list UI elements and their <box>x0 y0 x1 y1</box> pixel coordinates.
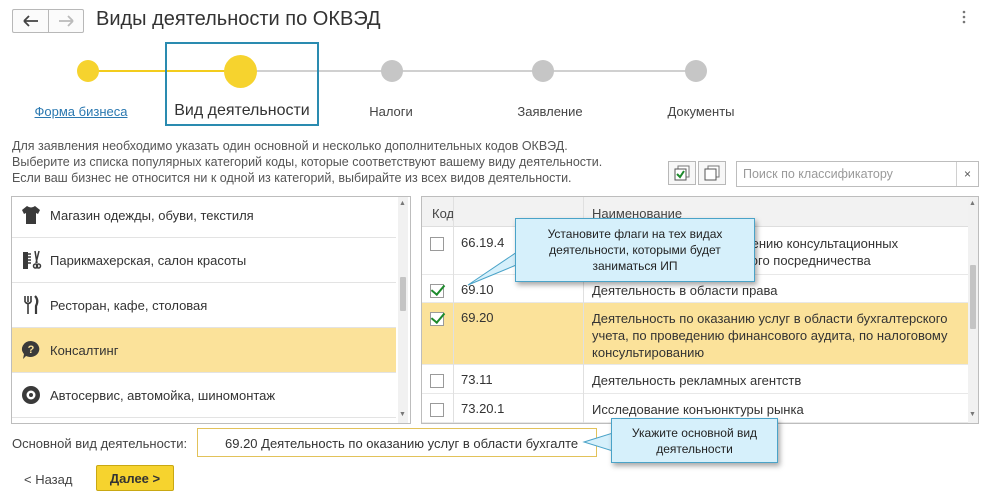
row-checkbox-checked[interactable] <box>430 312 444 326</box>
comb-scissors-icon <box>12 249 50 271</box>
step-forma-biznesa-link[interactable]: Форма бизнеса <box>11 104 151 119</box>
forward-nav-button[interactable] <box>48 9 84 33</box>
instructions-line: Для заявления необходимо указать один ос… <box>12 139 568 153</box>
category-item[interactable]: Ресторан, кафе, столовая <box>12 283 396 328</box>
instructions-text: Для заявления необходимо указать один ос… <box>12 138 602 186</box>
fork-knife-icon <box>12 294 50 316</box>
category-list: Магазин одежды, обуви, текстиля Парикмах… <box>11 196 411 424</box>
instructions-line: Выберите из списка популярных категорий … <box>12 155 603 169</box>
main-activity-field[interactable]: 69.20 Деятельность по оказанию услуг в о… <box>197 428 597 457</box>
category-label: Консалтинг <box>50 342 119 358</box>
step-dot <box>381 60 403 82</box>
step-dokumenty: Документы <box>667 104 735 119</box>
page-title: Виды деятельности по ОКВЭД <box>96 8 381 30</box>
check-all-icon <box>674 165 690 181</box>
row-name-line: лению консультационных <box>744 236 899 251</box>
svg-text:?: ? <box>28 344 35 356</box>
back-button[interactable]: < Назад <box>24 472 72 487</box>
row-name-line: вого посредничества <box>744 253 871 268</box>
tooltip-line: деятельности, которыми будет <box>549 243 721 257</box>
step-dot <box>532 60 554 82</box>
row-name-line: Деятельность по оказанию услуг в области… <box>592 311 948 326</box>
scroll-down-arrow-icon: ▼ <box>969 411 976 418</box>
row-checkbox[interactable] <box>430 237 444 251</box>
instructions-line: Если ваш бизнес не относится ни к одной … <box>12 171 572 185</box>
step-nalogi: Налоги <box>369 104 413 119</box>
clothes-icon <box>12 204 50 226</box>
row-code: 69.20 <box>461 310 494 325</box>
scroll-up-arrow-icon: ▲ <box>399 200 406 207</box>
row-checkbox[interactable] <box>430 374 444 388</box>
row-code: 73.20.1 <box>461 401 505 416</box>
category-label: Автосервис, автомойка, шиномонтаж <box>50 387 276 403</box>
tooltip-line: Укажите основной вид <box>631 426 758 440</box>
table-row-selected[interactable]: 69.20 Деятельность по оказанию услуг в о… <box>422 303 968 365</box>
uncheck-all-icon <box>704 165 720 181</box>
category-item[interactable]: Парикмахерская, салон красоты <box>12 238 396 283</box>
category-label: Ресторан, кафе, столовая <box>50 297 208 313</box>
scrollbar-thumb[interactable] <box>400 277 406 311</box>
row-name: Деятельность рекламных агентств <box>592 372 962 389</box>
table-scrollbar[interactable]: ▲ ▼ <box>968 197 978 423</box>
main-activity-label: Основной вид деятельности: <box>12 436 188 451</box>
tooltip-line: заниматься ИП <box>592 259 678 273</box>
more-vertical-icon[interactable] <box>962 10 966 29</box>
category-item[interactable]: Автосервис, автомойка, шиномонтаж <box>12 373 396 418</box>
row-name: Деятельность по оказанию услуг в области… <box>592 310 962 361</box>
row-name: лению консультационных вого посредничест… <box>744 235 978 269</box>
classifier-search[interactable]: × <box>736 161 979 187</box>
tooltip-line: Установите флаги на тех видах <box>547 227 723 241</box>
arrow-right-icon <box>59 15 74 27</box>
uncheck-all-button[interactable] <box>698 161 726 185</box>
column-header-code[interactable]: Код <box>432 206 454 221</box>
row-name-line: Деятельность рекламных агентств <box>592 373 802 388</box>
tooltip-line: деятельности <box>656 442 733 456</box>
category-item-selected[interactable]: ? Консалтинг <box>12 328 396 373</box>
category-label: Магазин одежды, обуви, текстиля <box>50 207 254 223</box>
row-name-line: учета, по проведению финансового аудита,… <box>592 328 948 343</box>
row-name: Деятельность в области права <box>592 282 962 299</box>
row-name: Исследование конъюнктуры рынка <box>592 401 962 418</box>
row-name-line: консультированию <box>592 345 705 360</box>
category-item[interactable]: Магазин одежды, обуви, текстиля <box>12 197 396 238</box>
search-input[interactable] <box>737 162 957 186</box>
question-bubble-icon: ? <box>12 339 50 361</box>
scroll-down-arrow-icon: ▼ <box>399 411 406 418</box>
check-all-button[interactable] <box>668 161 696 185</box>
row-checkbox[interactable] <box>430 403 444 417</box>
step-dot-done <box>77 60 99 82</box>
row-code: 73.11 <box>461 372 493 387</box>
step-vid-deyatelnosti: Вид деятельности <box>174 102 310 119</box>
tire-icon <box>12 384 50 406</box>
row-checkbox-checked[interactable] <box>430 284 444 298</box>
step-dot <box>685 60 707 82</box>
scroll-up-arrow-icon: ▲ <box>969 200 976 207</box>
step-zayavlenie: Заявление <box>517 104 583 119</box>
category-list-scrollbar[interactable]: ▲ ▼ <box>398 197 408 423</box>
arrow-left-icon <box>22 15 38 27</box>
row-name-line: Исследование конъюнктуры рынка <box>592 402 804 417</box>
column-divider <box>453 197 454 423</box>
flags-hint-tooltip: Установите флаги на тех видах деятельнос… <box>515 218 755 282</box>
next-button[interactable]: Далее > <box>96 465 174 491</box>
scrollbar-thumb[interactable] <box>970 265 976 329</box>
table-row[interactable]: 73.11 Деятельность рекламных агентств <box>422 365 968 394</box>
category-label: Парикмахерская, салон красоты <box>50 252 247 268</box>
clear-search-button[interactable]: × <box>956 162 978 186</box>
row-name-line: Деятельность в области права <box>592 283 778 298</box>
main-activity-hint-tooltip: Укажите основной вид деятельности <box>611 418 778 463</box>
back-nav-button[interactable] <box>12 9 48 33</box>
